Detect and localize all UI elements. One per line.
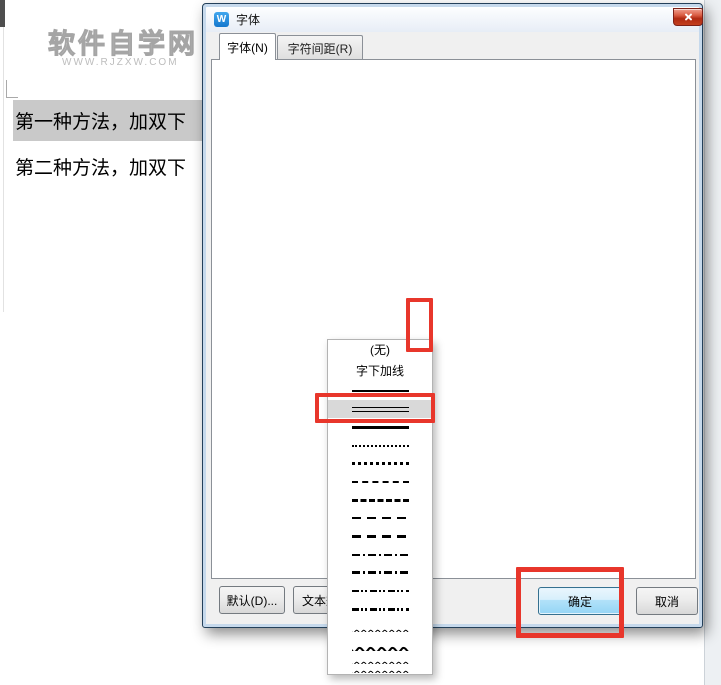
long-dash-thick-line-sample	[351, 535, 409, 539]
dash-dot-line-sample	[351, 553, 409, 556]
underline-style-option[interactable]	[328, 455, 432, 473]
dotted-line-sample	[351, 444, 409, 447]
page-edge-line	[3, 27, 4, 312]
underline-style-option[interactable]: xxxxxxxxxxxxxxxxxxxxxxxx	[328, 618, 432, 636]
underline-style-option[interactable]: xxxxxxxxxxxxxxxxxxxxxxxx	[328, 637, 432, 655]
underline-style-option[interactable]	[328, 473, 432, 491]
close-button[interactable]	[673, 8, 703, 26]
solid-line-sample	[351, 390, 409, 393]
dash-dot-dot-thick-line-sample	[351, 607, 409, 611]
document-line-selected: 第一种方法，加双下	[13, 100, 205, 141]
dash-dot-dot-line-sample	[351, 590, 409, 593]
document-line: 第二种方法，加双下	[15, 158, 187, 179]
underline-style-option[interactable]	[328, 509, 432, 527]
underline-style-option[interactable]	[328, 491, 432, 509]
dotted-thick-line-sample	[351, 462, 409, 466]
wavy-line-sample: xxxxxxxxxxxxxxxxxxxxxxxx	[352, 623, 409, 632]
underline-style-option[interactable]	[328, 528, 432, 546]
wavy-line-sample: xxxxxxxxxxxxxxxxxxxxxxxx	[352, 664, 409, 673]
document-scrollbar-strip[interactable]	[704, 0, 721, 685]
highlight-box-double-line-option	[315, 393, 435, 423]
underline-style-option[interactable]: xxxxxxxxxxxxxxxxxxxxxxxxxxxxxxxxxxxxxxxx…	[328, 655, 432, 673]
dialog-title: 字体	[236, 13, 261, 27]
font-dialog: W 字体 字体(N) 字符间距(R) 中文字体(T): +中文正文 字形(Y):…	[202, 3, 703, 628]
dialog-titlebar[interactable]: W 字体	[206, 7, 699, 32]
default-button[interactable]: 默认(D)...	[219, 586, 285, 614]
app-logo-icon: W	[214, 12, 229, 27]
underline-style-option[interactable]	[328, 564, 432, 582]
long-dash-line-sample	[351, 517, 409, 520]
dashed-line-sample	[351, 481, 409, 484]
underline-style-menu[interactable]: (无)字下加线xxxxxxxxxxxxxxxxxxxxxxxxxxxxxxxxx…	[327, 339, 433, 675]
cancel-button[interactable]: 取消	[636, 587, 698, 615]
underline-style-option[interactable]	[328, 600, 432, 618]
highlight-box-ok-button	[516, 567, 624, 638]
underline-style-option[interactable]	[328, 546, 432, 564]
thick-line-sample	[351, 425, 409, 429]
wavy-line-sample: xxxxxxxxxxxxxxxxxxxxxxxx	[352, 655, 409, 664]
window-edge-fragment	[0, 0, 5, 27]
underline-style-option[interactable]	[328, 437, 432, 455]
dashed-thick-line-sample	[351, 498, 409, 502]
font-tab-page	[211, 59, 696, 579]
wavy-line-sample: xxxxxxxxxxxxxxxxxxxxxxxx	[352, 641, 409, 651]
close-icon	[684, 13, 693, 22]
watermark-text: 软件自学网	[48, 29, 198, 60]
tab-font[interactable]: 字体(N)	[219, 33, 276, 60]
highlight-box-dropdown-arrow	[406, 298, 433, 352]
tab-character-spacing[interactable]: 字符间距(R)	[277, 35, 363, 60]
text-boundary-corner-mark	[6, 80, 18, 98]
underline-style-option[interactable]	[328, 582, 432, 600]
underline-style-option[interactable]: 字下加线	[328, 360, 432, 382]
watermark-url: WWW.RJZXW.COM	[62, 57, 179, 68]
dash-dot-thick-line-sample	[351, 571, 409, 575]
